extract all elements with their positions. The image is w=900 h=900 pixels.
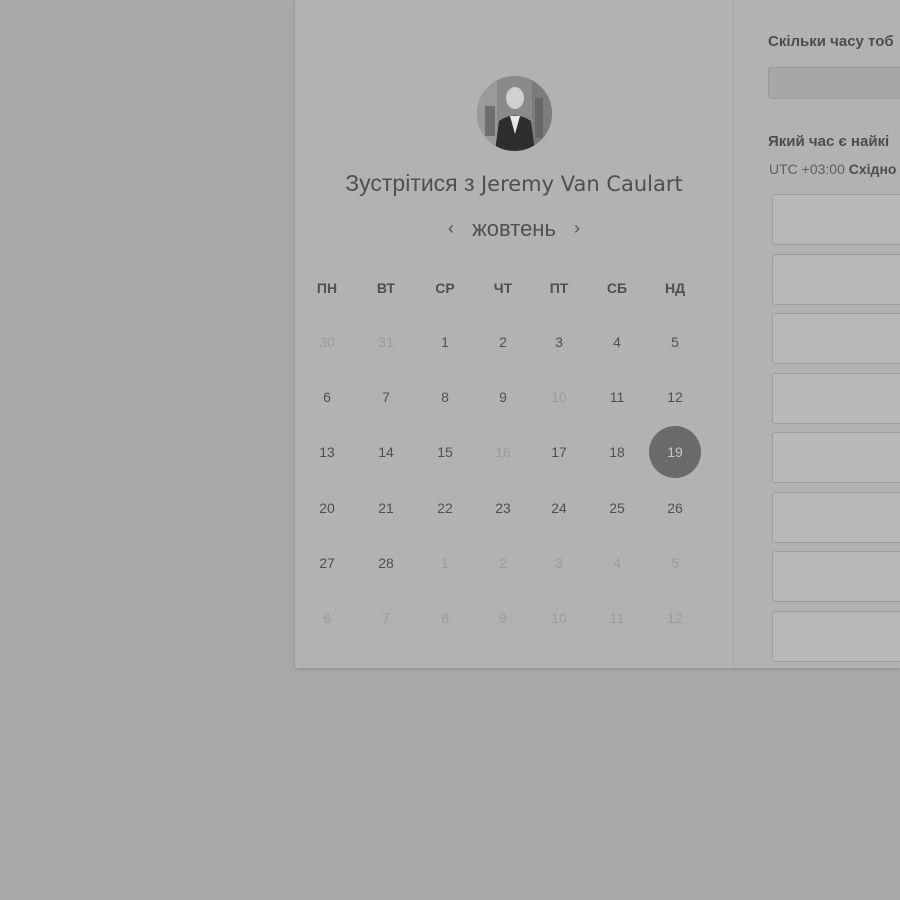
calendar-day[interactable]: 7 [366, 377, 406, 417]
duration-select[interactable] [768, 67, 900, 99]
calendar-day: 30 [319, 334, 335, 350]
calendar-day[interactable]: 20 [307, 488, 347, 528]
calendar-day: 7 [382, 610, 390, 626]
calendar-day[interactable]: 22 [425, 488, 465, 528]
calendar-day[interactable]: 1 [425, 322, 465, 362]
calendar-day: 12 [667, 610, 683, 626]
calendar-day: 10 [551, 610, 567, 626]
host-photo [477, 76, 552, 151]
calendar-day[interactable]: 27 [307, 543, 347, 583]
duration-question: Скільки часу тоб [768, 33, 894, 50]
selected-day[interactable]: 19 [649, 426, 701, 478]
booking-pane: Скільки часу тоб Який час є найкі UTC +0… [734, 0, 900, 668]
time-slot-button[interactable] [772, 551, 900, 602]
calendar-day: 8 [441, 610, 449, 626]
calendar-day: 6 [323, 610, 331, 626]
calendar-day[interactable]: 9 [483, 377, 523, 417]
next-month-icon[interactable]: › [562, 218, 592, 239]
calendar-day[interactable]: 18 [597, 432, 637, 472]
prev-month-icon[interactable]: ‹ [436, 218, 466, 239]
time-slot-button[interactable] [772, 194, 900, 245]
weekday-label: СР [435, 280, 455, 296]
booking-card: Зустрітися з Jeremy Van Caulart ‹ жовтен… [295, 0, 900, 668]
calendar-day: 2 [499, 555, 507, 571]
calendar-day[interactable]: 17 [539, 432, 579, 472]
calendar-day[interactable]: 14 [366, 432, 406, 472]
time-slot-button[interactable] [772, 313, 900, 364]
calendar-day[interactable]: 4 [597, 322, 637, 362]
time-slot-button[interactable] [772, 372, 900, 424]
weekday-label: ПН [316, 280, 338, 296]
host-avatar [477, 76, 552, 151]
calendar-day[interactable]: 28 [366, 543, 406, 583]
time-slot-button[interactable] [772, 253, 900, 305]
calendar-day: 1 [441, 555, 449, 571]
calendar-day[interactable]: 26 [655, 488, 695, 528]
weekday-label: ПТ [549, 280, 569, 296]
weekday-label: НД [664, 280, 686, 296]
calendar-day[interactable]: 6 [307, 377, 347, 417]
month-navigation: ‹ жовтень › [295, 216, 733, 242]
timezone-name: Східно [848, 161, 897, 177]
month-label: жовтень [472, 216, 556, 241]
time-slot-button[interactable] [772, 610, 900, 662]
calendar-pane: Зустрітися з Jeremy Van Caulart ‹ жовтен… [295, 0, 733, 668]
calendar-day[interactable]: 15 [425, 432, 465, 472]
calendar-day: 16 [495, 444, 511, 460]
weekday-label: ЧТ [493, 280, 513, 296]
calendar-day[interactable]: 21 [366, 488, 406, 528]
host-name: Jeremy Van Caulart [480, 172, 683, 196]
calendar-day[interactable]: 8 [425, 377, 465, 417]
calendar-day: 9 [499, 610, 507, 626]
calendar-day[interactable]: 24 [539, 488, 579, 528]
calendar-day: 4 [613, 555, 621, 571]
calendar-day[interactable]: 5 [655, 322, 695, 362]
time-question: Який час є найкі [768, 133, 890, 150]
calendar-day: 11 [609, 610, 625, 626]
weekday-label: СБ [606, 280, 628, 296]
calendar-day[interactable]: 25 [597, 488, 637, 528]
calendar-day[interactable]: 3 [539, 322, 579, 362]
calendar-day[interactable]: 11 [597, 377, 637, 417]
calendar-day[interactable]: 2 [483, 322, 523, 362]
calendar-day: 31 [378, 334, 394, 350]
calendar-day[interactable]: 13 [307, 432, 347, 472]
calendar-day: 5 [671, 555, 679, 571]
time-slot-button[interactable] [772, 491, 900, 543]
calendar-day[interactable]: 23 [483, 488, 523, 528]
weekday-label: ВТ [376, 280, 396, 296]
time-slot-button[interactable] [772, 432, 900, 483]
calendar-day: 10 [551, 389, 567, 405]
timezone-offset: UTC +03:00 [769, 161, 845, 177]
calendar-day: 3 [555, 555, 563, 571]
page-title: Зустрітися з Jeremy Van Caulart [295, 170, 733, 197]
title-prefix: Зустрітися з [345, 170, 475, 196]
timezone-label[interactable]: UTC +03:00 Східно [769, 161, 896, 177]
calendar-day[interactable]: 12 [655, 377, 695, 417]
